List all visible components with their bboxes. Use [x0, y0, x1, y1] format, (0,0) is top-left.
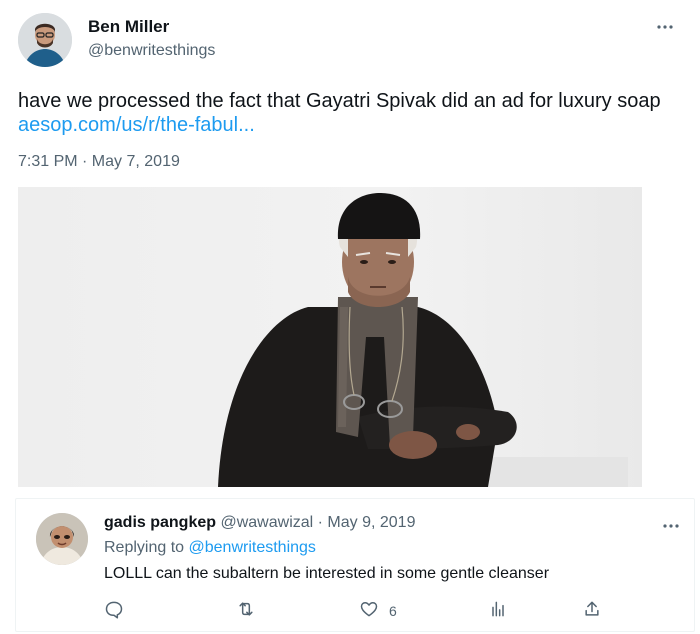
author-name[interactable]: Ben Miller — [88, 17, 169, 37]
author-avatar[interactable] — [18, 13, 72, 67]
share-action[interactable] — [582, 599, 602, 622]
replying-prefix: Replying to — [104, 539, 189, 556]
share-icon[interactable] — [582, 599, 602, 622]
reply-separator: · — [313, 514, 328, 531]
analytics-icon[interactable] — [488, 599, 508, 622]
reply-author-name[interactable]: gadis pangkep — [104, 514, 216, 531]
tweet-link[interactable]: aesop.com/us/r/the-fabul... — [18, 113, 255, 137]
tweet-timestamp[interactable]: 7:31 PM · May 7, 2019 — [18, 153, 180, 171]
replying-mention[interactable]: @benwritesthings — [189, 539, 316, 556]
reply-tweet: gadis pangkep @wawawizal · May 9, 2019 R… — [15, 498, 695, 632]
like-action[interactable]: 6 — [359, 599, 397, 622]
main-tweet: Ben Miller @benwritesthings have we proc… — [0, 0, 700, 496]
reply-author-avatar[interactable] — [36, 513, 88, 565]
reply-header: gadis pangkep @wawawizal · May 9, 2019 — [104, 514, 415, 532]
retweet-icon[interactable] — [236, 599, 256, 622]
reply-author-handle[interactable]: @wawawizal — [220, 514, 313, 531]
more-options-icon[interactable] — [652, 14, 678, 40]
author-handle[interactable]: @benwritesthings — [88, 42, 215, 60]
like-count: 6 — [389, 602, 397, 619]
reply-text: LOLLL can the subaltern be interested in… — [104, 565, 550, 582]
reply-date[interactable]: May 9, 2019 — [327, 514, 415, 531]
tweet-photo[interactable] — [18, 187, 642, 487]
heart-icon[interactable] — [359, 599, 379, 622]
replying-to: Replying to @benwritesthings — [104, 539, 316, 557]
reply-action[interactable] — [104, 599, 124, 622]
reply-actions: 6 — [104, 599, 604, 621]
tweet-text: have we processed the fact that Gayatri … — [18, 90, 661, 112]
views-action[interactable] — [488, 599, 508, 622]
reply-icon[interactable] — [104, 599, 124, 622]
reply-more-options-icon[interactable] — [658, 513, 684, 539]
retweet-action[interactable] — [236, 599, 256, 622]
